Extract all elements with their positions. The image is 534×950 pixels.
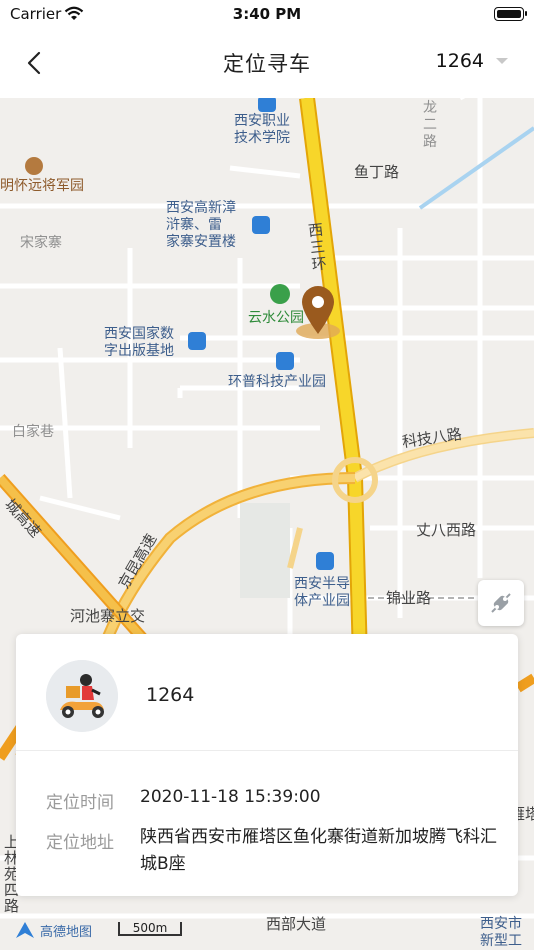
locate-button[interactable] (478, 580, 524, 626)
map-label-jinye: 锦业路 (386, 589, 432, 607)
map-label-yuding: 鱼丁路 (354, 163, 400, 181)
map-label-school: 西安职业 技术学院 (234, 113, 290, 146)
vehicle-id: 1264 (146, 684, 195, 706)
location-address-value: 陕西省西安市雁塔区鱼化寨街道新加坡腾飞科汇城B座 (140, 827, 497, 874)
scooter-rider-icon (46, 660, 118, 732)
amap-logo-icon (16, 922, 34, 938)
map-label-xibu: 西部大道 (266, 915, 327, 933)
location-address-label: 定位地址 (46, 833, 114, 853)
location-time-label: 定位时间 (46, 793, 114, 813)
vehicle-info-card: 1264 定位时间 2020-11-18 15:39:00 定位地址 陕西省西安… (16, 634, 518, 896)
map-label-baijiaxiang: 白家巷 (12, 424, 54, 440)
vehicle-selector-value: 1264 (435, 50, 484, 72)
location-time-value: 2020-11-18 15:39:00 (140, 787, 321, 807)
map-provider-logo: 高德地图 (14, 920, 92, 940)
avatar (46, 660, 118, 732)
vehicle-selector[interactable]: 1264 (436, 50, 508, 72)
clock: 3:40 PM (232, 5, 302, 23)
map-label-publishing: 西安国家数 字出版基地 (104, 326, 174, 359)
status-bar: Carrier 3:40 PM (0, 0, 534, 28)
caret-down-icon (496, 58, 508, 64)
navigation-bar: 定位寻车 1264 (0, 28, 534, 98)
card-divider (16, 750, 518, 751)
map-label-hechi: 河池寨立交 (70, 607, 146, 625)
map-label-songjiazhai: 宋家寨 (20, 235, 62, 251)
map-label-long2: 龙二路 (423, 100, 437, 150)
map-label-zhang8w: 丈八西路 (416, 521, 477, 539)
map-label-yunshui: 云水公园 (248, 310, 304, 326)
map-label-zhangjiazhai: 西安高新漳 浒寨、雷 家寨安置楼 (166, 200, 236, 250)
map-label-huanpu: 环普科技产业园 (228, 374, 326, 390)
map-label-semicon: 西安半导 体产业园 (294, 576, 350, 609)
map-label-rightedge-bottom: 西安市 新型工 (480, 916, 522, 949)
map-label-huaiyuan: 明怀远将军园 (0, 178, 84, 194)
map-scale: 500m (118, 922, 182, 936)
poi-markers (25, 98, 334, 570)
locate-car-icon (491, 593, 511, 613)
battery-icon (494, 7, 527, 21)
